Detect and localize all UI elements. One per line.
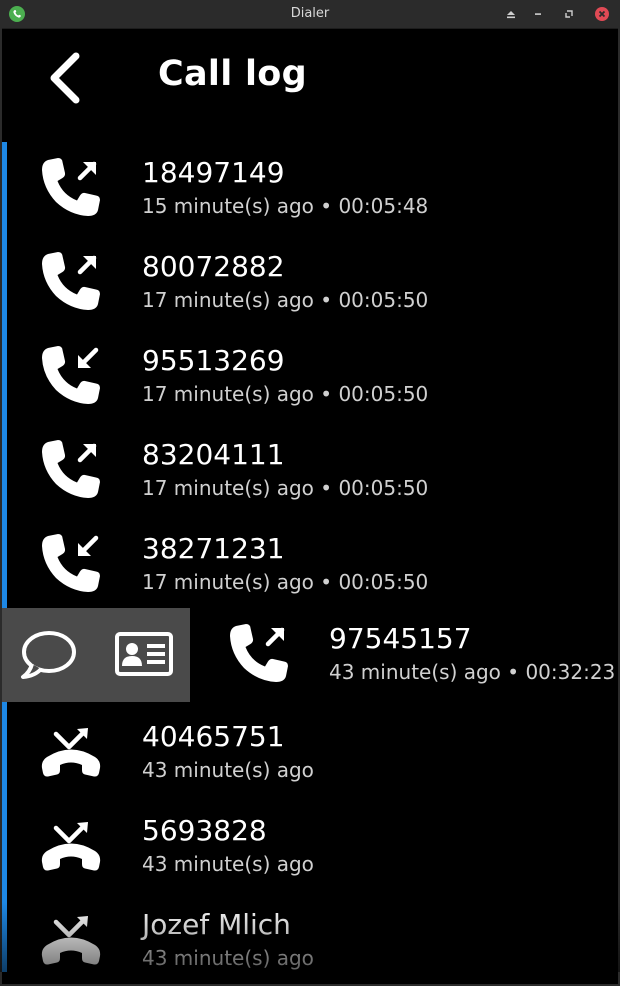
call-log-row[interactable]: 18497149 15 minute(s) ago • 00:05:48 — [0, 142, 620, 236]
call-meta: 43 minute(s) ago — [142, 852, 314, 876]
swipe-actions-panel — [2, 608, 190, 702]
call-meta: 17 minute(s) ago • 00:05:50 — [142, 382, 429, 406]
call-log-row[interactable]: 83204111 17 minute(s) ago • 00:05:50 — [0, 424, 620, 518]
page-title: Call log — [158, 54, 307, 94]
call-number: 95513269 — [142, 344, 285, 377]
call-log-row-swiped[interactable]: 97545157 43 minute(s) ago • 00:32:23 — [0, 608, 620, 702]
call-number: 83204111 — [142, 438, 285, 471]
call-meta: 17 minute(s) ago • 00:05:50 — [142, 476, 429, 500]
call-meta: 17 minute(s) ago • 00:05:50 — [142, 570, 429, 594]
call-log-row[interactable]: 5693828 43 minute(s) ago — [0, 800, 620, 894]
call-log-row[interactable]: 40465751 43 minute(s) ago — [0, 706, 620, 800]
call-number: 80072882 — [142, 250, 285, 283]
call-meta: 43 minute(s) ago • 00:32:23 — [329, 660, 616, 684]
call-log-list: 18497149 15 minute(s) ago • 00:05:48 800… — [0, 142, 620, 972]
missed-call-icon — [41, 916, 101, 965]
call-log-row[interactable]: Jozef Mlich 43 minute(s) ago — [0, 894, 620, 972]
outgoing-call-icon — [42, 158, 100, 216]
window-title: Dialer — [290, 6, 330, 21]
call-number: 97545157 — [329, 622, 472, 655]
contact-card-icon[interactable] — [114, 628, 174, 682]
call-meta: 43 minute(s) ago — [142, 758, 314, 782]
call-number: 40465751 — [142, 720, 285, 753]
call-meta: 43 minute(s) ago — [142, 946, 314, 970]
call-number: 5693828 — [142, 814, 267, 847]
back-arrow-icon[interactable] — [44, 52, 84, 104]
call-contact-name: Jozef Mlich — [142, 908, 291, 941]
minimize-icon[interactable] — [531, 7, 545, 21]
maximize-icon[interactable] — [562, 7, 576, 21]
outgoing-call-icon — [230, 624, 288, 682]
call-number: 38271231 — [142, 532, 285, 565]
incoming-call-icon — [42, 534, 100, 592]
call-log-row[interactable]: 38271231 17 minute(s) ago • 00:05:50 — [0, 518, 620, 612]
missed-call-icon — [41, 728, 101, 777]
keep-above-icon[interactable] — [504, 7, 518, 21]
call-meta: 17 minute(s) ago • 00:05:50 — [142, 288, 429, 312]
call-number: 18497149 — [142, 156, 285, 189]
call-log-row[interactable]: 95513269 17 minute(s) ago • 00:05:50 — [0, 330, 620, 424]
outgoing-call-icon — [42, 440, 100, 498]
call-meta: 15 minute(s) ago • 00:05:48 — [142, 194, 429, 218]
message-icon[interactable] — [18, 628, 78, 682]
missed-call-icon — [41, 822, 101, 871]
window-titlebar: Dialer — [0, 0, 620, 29]
call-log-row[interactable]: 80072882 17 minute(s) ago • 00:05:50 — [0, 236, 620, 330]
outgoing-call-icon — [42, 252, 100, 310]
close-icon[interactable] — [595, 7, 609, 21]
incoming-call-icon — [42, 346, 100, 404]
